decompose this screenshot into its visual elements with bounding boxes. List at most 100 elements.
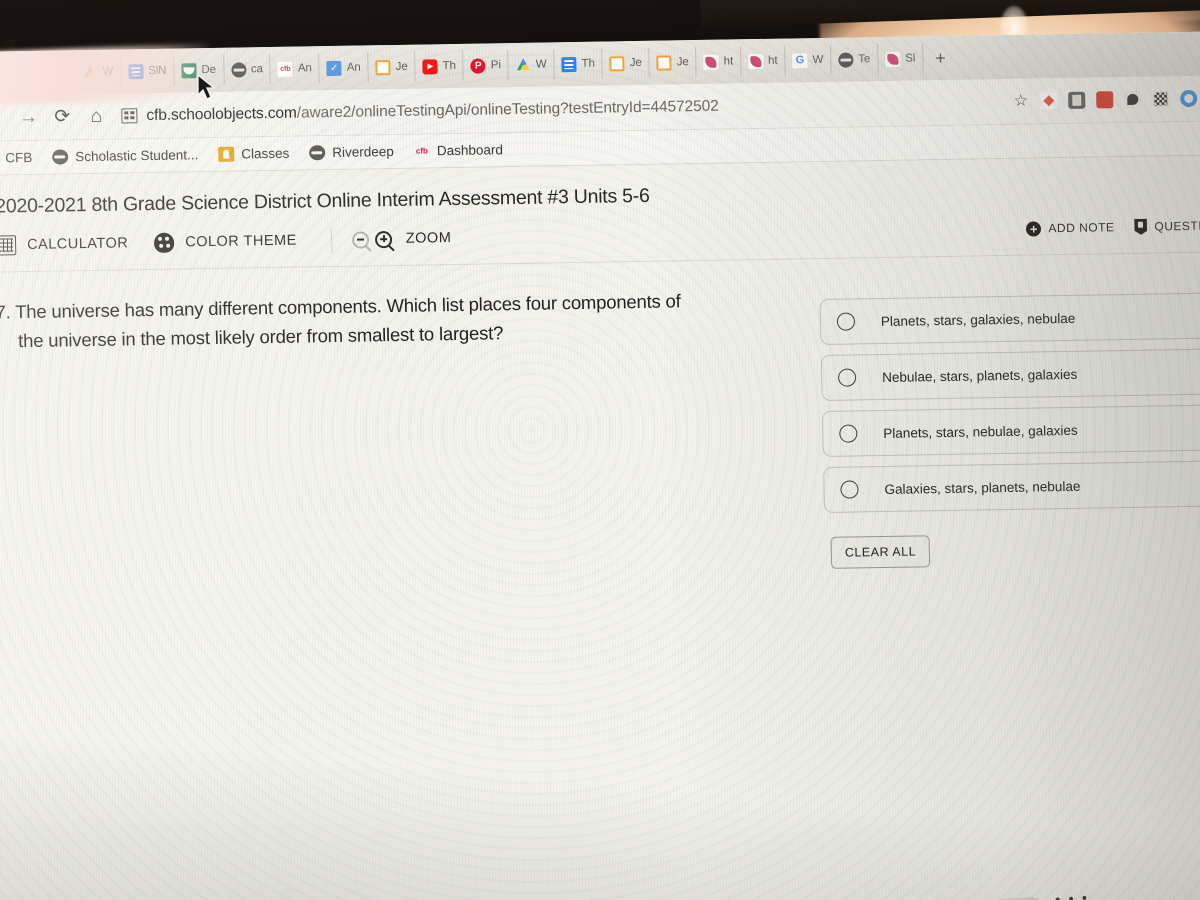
question-label: QUESTIO [1154,218,1200,234]
extension-qr-icon[interactable] [1152,90,1170,108]
browser-window: W SlN De ca An An [0,31,1200,900]
browser-tab[interactable] [5,57,41,89]
tab-label: Je [395,60,408,73]
radio-button[interactable] [839,424,858,443]
pagination-item[interactable]: 11 [989,896,1047,900]
tab-label: ht [767,54,778,67]
extension-red-icon[interactable] [1096,91,1114,109]
browser-tab[interactable]: ht [740,45,786,77]
cfb-icon [414,144,430,158]
question-line-2: the universe in the most likely order fr… [17,321,504,351]
tab-label: W [102,65,114,78]
bookmark-item-scholastic[interactable]: Scholastic Student... [52,147,198,165]
add-note-button[interactable]: ADD NOTE [1026,220,1115,237]
browser-tab[interactable]: W [508,49,555,81]
tab-label: Th [581,57,595,70]
forward-button[interactable]: → [11,100,46,135]
color-theme-button[interactable]: COLOR THEME [150,226,319,257]
tab-label: Te [858,53,871,66]
browser-tab[interactable]: W [785,44,832,76]
radio-button[interactable] [836,312,856,331]
bookmark-item-cfb[interactable]: CFB [0,150,32,166]
tab-label: Sl [905,52,916,65]
tab-label: An [346,61,361,74]
assessment-page: 2020-2021 8th Grade Science District Onl… [0,155,1200,900]
jeopardy-favicon [609,55,625,71]
google-sheets-favicon [128,63,144,79]
google-drive-favicon [516,57,531,72]
tab-label: Je [676,56,689,69]
new-tab-button[interactable]: + [929,48,952,68]
browser-tab[interactable]: Th [554,48,604,80]
tab-label: Th [442,59,456,73]
tab-label: W [812,53,824,67]
reload-button[interactable]: ⟳ [45,100,80,135]
browser-tab[interactable]: Pi [463,50,510,81]
home-button[interactable]: ⌂ [79,99,114,134]
answer-choice[interactable]: Nebulae, stars, planets, galaxies [820,348,1200,402]
youtube-favicon [422,58,438,75]
radio-button[interactable] [840,480,859,499]
pear-deck-favicon [12,65,28,81]
extension-reader-icon[interactable] [1068,91,1086,109]
browser-tab[interactable]: Je [602,47,651,79]
address-bar[interactable]: cfb.schoolobjects.com/aware2/onlineTesti… [121,93,1002,125]
globe-icon [309,145,326,161]
browser-tab[interactable] [40,57,76,88]
extension-drop-icon[interactable] [1124,90,1142,109]
browser-tab[interactable]: ht [696,46,742,78]
answer-choice[interactable]: Galaxies, stars, planets, nebulae [823,460,1200,513]
question-flag-button[interactable]: QUESTIO [1134,218,1200,235]
zoom-label: ZOOM [405,230,452,247]
extension-diamond-icon[interactable] [1040,92,1058,110]
radio-button[interactable] [837,368,857,387]
bookmark-item-dashboard[interactable]: Dashboard [414,142,503,158]
answer-choice[interactable]: Planets, stars, galaxies, nebulae [819,292,1200,346]
bookmark-label: Riverdeep [332,143,395,161]
answer-choice-label: Planets, stars, nebulae, galaxies [883,422,1078,441]
browser-tab[interactable]: Je [649,47,698,78]
question-number: 7. [0,301,11,323]
answer-choice[interactable]: Planets, stars, nebulae, galaxies [821,404,1200,457]
zoom-in-icon[interactable] [374,230,393,248]
pear-deck-favicon [703,54,719,70]
question-text: 7. The universe has many different compo… [0,286,772,356]
globe-favicon [230,61,247,78]
url-text: cfb.schoolobjects.com/aware2/onlineTesti… [146,97,719,124]
classes-icon [218,146,235,162]
site-info-icon[interactable] [121,108,138,124]
globe-icon [52,149,69,165]
browser-tab[interactable]: SlN [120,55,175,87]
mouse-cursor-icon [197,74,216,100]
browser-tab[interactable]: ca [223,54,272,85]
bookmark-star-icon[interactable] [1012,93,1029,110]
extension-blue-icon[interactable] [1180,89,1198,108]
pinterest-favicon [470,57,486,74]
tab-label: SlN [148,64,167,78]
tab-label: An [297,62,312,75]
extension-toolbar [1002,89,1200,110]
browser-tab[interactable]: Th [415,50,465,82]
pagination-overflow[interactable]: • • • [1054,890,1090,900]
cfb-favicon [277,61,294,77]
bookmark-item-riverdeep[interactable]: Riverdeep [309,143,395,161]
browser-tab[interactable]: An [270,53,321,84]
tab-label: W [535,58,547,71]
clear-all-button[interactable]: CLEAR ALL [830,535,931,569]
browser-tab[interactable]: Sl [877,43,924,75]
calculator-button[interactable]: CALCULATOR [0,229,151,260]
bookmark-label: Dashboard [436,142,504,159]
jeopardy-favicon [656,54,672,71]
google-drive-favicon [82,64,97,79]
plus-circle-icon [1026,220,1042,237]
bookmark-item-classes[interactable]: Classes [218,146,289,162]
browser-tab[interactable]: Je [368,51,416,83]
zoom-out-icon[interactable] [351,230,370,249]
bookmark-label: Classes [241,145,290,162]
jeopardy-favicon [375,59,391,75]
browser-tab[interactable]: Te [830,44,879,75]
browser-tab[interactable]: W [75,56,122,88]
url-path: /aware2/onlineTestingApi/onlineTesting?t… [296,97,719,122]
back-button[interactable]: ← [0,101,12,136]
browser-tab[interactable]: An [319,52,369,84]
